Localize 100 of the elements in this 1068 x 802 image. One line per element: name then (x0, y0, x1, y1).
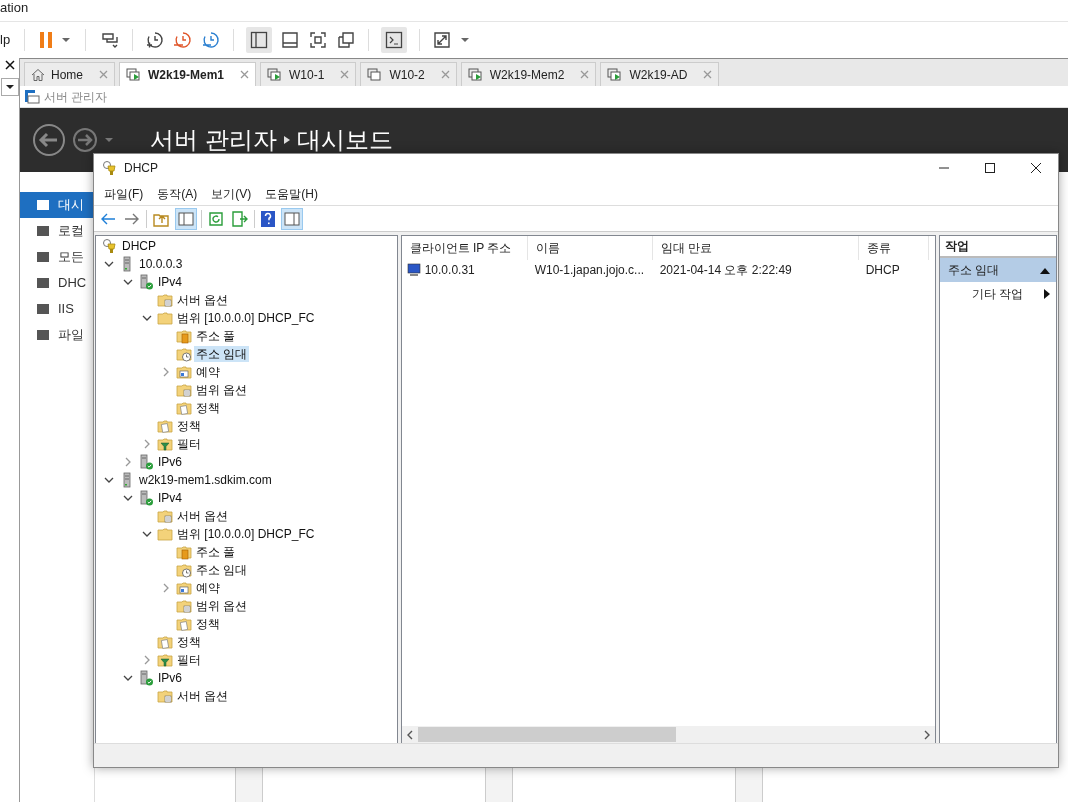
close-icon[interactable] (1030, 162, 1042, 174)
sidebar-item[interactable]: 대시 (20, 192, 94, 218)
folder-document-icon (176, 616, 192, 632)
clock-plus-icon[interactable] (145, 30, 166, 50)
tree-item[interactable]: 서버 옵션 (175, 688, 231, 704)
full-screen-icon[interactable] (308, 30, 329, 50)
collapsed-chevron-icon[interactable] (142, 655, 152, 665)
tree-toggle-button[interactable] (175, 207, 197, 230)
tree-item[interactable]: 범위 옵션 (194, 382, 250, 398)
tree-item[interactable]: IPv6 (156, 670, 184, 686)
vm-tab[interactable]: W2k19-AD (600, 62, 720, 86)
bottom-panel-icon[interactable] (280, 30, 301, 50)
caret-icon[interactable] (460, 37, 471, 43)
send-keys-icon[interactable] (100, 30, 121, 50)
sidebar-item[interactable]: 모든 (20, 244, 94, 270)
forward-icon[interactable] (72, 127, 98, 153)
tree-item[interactable]: 정책 (175, 418, 203, 434)
column-header[interactable]: 임대 만료 (652, 236, 859, 260)
action-pane-toggle-button[interactable] (281, 207, 303, 230)
tree-item[interactable]: 정책 (194, 400, 222, 416)
vm-tab[interactable]: W10-2 (360, 62, 457, 86)
tree-item[interactable]: 서버 옵션 (175, 508, 231, 524)
expanded-chevron-icon[interactable] (142, 529, 152, 539)
column-header[interactable]: 이름 (527, 236, 653, 260)
caret-icon[interactable] (61, 37, 72, 43)
breadcrumb-text: 대시보드 (296, 125, 393, 155)
menu-item[interactable]: 도움말(H) (265, 184, 318, 203)
tree-item[interactable]: 정책 (194, 616, 222, 632)
tree-item[interactable]: IPv6 (156, 454, 184, 470)
back-icon[interactable] (32, 123, 66, 157)
menu-item[interactable]: 동작(A) (157, 184, 198, 203)
tree-item[interactable]: IPv4 (156, 274, 184, 290)
collapsed-chevron-icon[interactable] (161, 367, 171, 377)
stretch-icon[interactable] (432, 30, 453, 50)
column-header[interactable]: 클라이언트 IP 주소 (401, 236, 528, 260)
windows-icon[interactable] (336, 30, 357, 50)
tree-item[interactable]: 주소 풀 (194, 544, 238, 560)
expanded-chevron-icon[interactable] (123, 277, 133, 287)
action-item[interactable]: 기타 작업 (940, 282, 1056, 306)
close-icon[interactable] (4, 60, 15, 70)
pause-icon[interactable] (39, 31, 54, 49)
tree-item[interactable]: DHCP (120, 238, 158, 254)
expanded-chevron-icon[interactable] (123, 673, 133, 683)
table-cell-text: 10.0.0.31 (424, 262, 475, 279)
tree-item[interactable]: 주소 임대 (194, 346, 250, 362)
sidebar-item[interactable]: IIS (20, 296, 94, 322)
tree-item[interactable]: IPv4 (156, 490, 184, 506)
menu-item[interactable]: 보기(V) (211, 184, 252, 203)
vm-running-icon (267, 67, 284, 82)
collapsed-chevron-icon[interactable] (142, 439, 152, 449)
collapsed-chevron-icon[interactable] (161, 583, 171, 593)
vm-tab[interactable]: W2k19-Mem2 (460, 62, 597, 86)
tree-item[interactable]: 범위 [10.0.0.0] DHCP_FC (175, 526, 317, 542)
collapsed-chevron-icon[interactable] (123, 457, 133, 467)
folder-book-icon (176, 544, 192, 560)
menu-item[interactable]: lp (0, 30, 11, 50)
expanded-chevron-icon[interactable] (104, 475, 114, 485)
folder-document-icon (157, 418, 173, 434)
export-icon[interactable] (230, 208, 250, 229)
expanded-chevron-icon[interactable] (142, 313, 152, 323)
help-icon[interactable] (259, 209, 277, 228)
clock-arrow-icon[interactable] (173, 30, 194, 50)
sidebar-view-button[interactable] (246, 27, 273, 53)
maximize-icon[interactable] (984, 162, 996, 174)
expanded-chevron-icon[interactable] (123, 493, 133, 503)
vm-tab[interactable]: Home (24, 62, 115, 86)
tree-item[interactable]: 주소 풀 (194, 328, 238, 344)
tree-item[interactable]: 정책 (175, 634, 203, 650)
vm-tab[interactable]: W10-1 (260, 62, 357, 86)
tree-item[interactable]: 10.0.0.3 (137, 256, 185, 272)
trophy-icon (102, 160, 118, 176)
tree-item[interactable]: 필터 (175, 436, 203, 452)
column-header[interactable]: 종류 (858, 236, 929, 260)
separator-icon (282, 135, 291, 145)
tree-item[interactable]: 필터 (175, 652, 203, 668)
server-check-icon (138, 670, 154, 686)
tree-item[interactable]: 예약 (194, 580, 222, 596)
horizontal-scrollbar[interactable] (401, 726, 936, 743)
caret-icon[interactable] (104, 137, 114, 143)
sidebar-item[interactable]: DHC (20, 270, 94, 296)
folder-book-icon (176, 328, 192, 344)
vm-tab[interactable]: W2k19-Mem1 (119, 62, 257, 86)
vm-running-icon (607, 67, 624, 82)
folder-table-icon (176, 364, 192, 380)
menu-item[interactable]: 파일(F) (104, 184, 144, 203)
clock-wrench-icon[interactable] (201, 30, 222, 50)
tree-item[interactable]: 범위 [10.0.0.0] DHCP_FC (175, 310, 317, 326)
tree-item[interactable]: w2k19-mem1.sdkim.com (137, 472, 274, 488)
expanded-chevron-icon[interactable] (104, 259, 114, 269)
folder-clock-icon (176, 346, 192, 362)
dropdown[interactable] (0, 78, 19, 96)
sidebar-item[interactable]: 로컬 (20, 218, 94, 244)
tree-item[interactable]: 예약 (194, 364, 222, 380)
console-button[interactable] (381, 27, 408, 53)
action-group[interactable]: 주소 임대 (940, 258, 1056, 282)
tree-item[interactable]: 범위 옵션 (194, 598, 250, 614)
sidebar-item[interactable]: 파일 (20, 322, 94, 348)
trophy-icon (102, 238, 118, 254)
tree-item[interactable]: 서버 옵션 (175, 292, 231, 308)
tree-item[interactable]: 주소 임대 (194, 562, 250, 578)
